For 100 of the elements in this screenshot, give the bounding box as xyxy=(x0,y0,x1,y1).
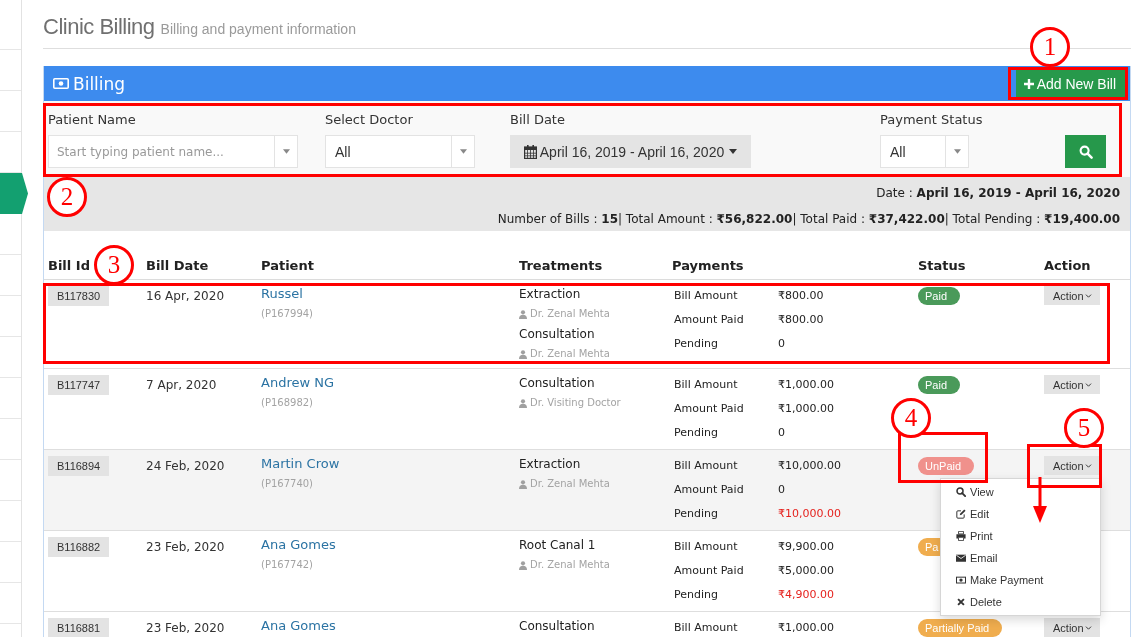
person-icon xyxy=(519,349,527,359)
payment-amount: ₹1,000.00 xyxy=(778,377,834,393)
filter-label: Bill Date xyxy=(510,111,565,129)
treatment-name: Extraction xyxy=(519,286,581,303)
payment-amount: ₹1,000.00 xyxy=(778,620,834,636)
bill-date: 16 Apr, 2020 xyxy=(146,288,224,305)
payment-label: Bill Amount xyxy=(674,288,738,304)
payment-amount: ₹10,000.00 xyxy=(778,458,841,474)
dropdown-caret-icon xyxy=(953,149,961,154)
treatment-name: Consultation xyxy=(519,326,595,343)
payment-amount: ₹9,900.00 xyxy=(778,539,834,555)
payment-label: Pending xyxy=(674,336,718,352)
column-header: Bill Id xyxy=(48,257,90,275)
callout-number: 1 xyxy=(1030,27,1070,67)
payment-label: Amount Paid xyxy=(674,312,744,328)
treatment-name: Consultation xyxy=(519,618,595,635)
patient-id: (P168982) xyxy=(261,396,313,410)
column-header: Status xyxy=(918,257,966,275)
filter-label: Payment Status xyxy=(880,111,983,129)
sidebar-item[interactable] xyxy=(0,173,28,214)
patient-link[interactable]: Ana Gomes xyxy=(261,616,336,636)
patient-id: (P167742) xyxy=(261,558,313,572)
banknote-icon xyxy=(53,78,69,89)
payment-amount: 0 xyxy=(778,482,785,498)
status-label: UnPaid xyxy=(918,457,975,475)
add-bill-button[interactable]: Add New Bill xyxy=(1015,70,1125,97)
treatment-name: Extraction xyxy=(519,456,581,473)
bill-id: B116894 xyxy=(48,456,110,476)
callout-number: 4 xyxy=(891,398,931,438)
payment-amount: ₹5,000.00 xyxy=(778,563,834,579)
summary-totals: Number of Bills : 15| Total Amount : ₹56,822.00| Total Paid : ₹37,422.00| Total Pending : ₹19,400.00 xyxy=(497,211,1120,228)
doctor-name: Dr. Zenal Mehta xyxy=(530,347,610,361)
doctor-name: Dr. Zenal Mehta xyxy=(530,477,610,491)
dropdown-caret-icon xyxy=(459,149,467,154)
patient-link[interactable]: Andrew NG xyxy=(261,373,334,393)
filter-label: Patient Name xyxy=(48,111,136,129)
edit-icon xyxy=(956,509,966,519)
action-button[interactable]: Action xyxy=(1044,375,1100,394)
bill-id: B116881 xyxy=(48,618,110,637)
treatment-name: Consultation xyxy=(519,375,595,392)
chevron-down-icon xyxy=(1084,463,1092,468)
patient-link[interactable]: Ana Gomes xyxy=(261,535,336,555)
column-header: Patient xyxy=(261,257,314,275)
menu-item[interactable]: View xyxy=(941,481,1100,503)
patient-search-field[interactable]: Start typing patient name... xyxy=(48,135,298,168)
payment-amount: 0 xyxy=(778,425,785,441)
payment-label: Bill Amount xyxy=(674,458,738,474)
payment-amount: 0 xyxy=(778,336,785,352)
doctor-name: Dr. Zenal Mehta xyxy=(530,558,610,572)
select-field[interactable]: All xyxy=(880,135,969,168)
chevron-down-icon xyxy=(1084,293,1092,298)
date-range-button[interactable]: April 16, 2019 - April 16, 2020 xyxy=(510,135,751,168)
search-icon xyxy=(1078,144,1093,159)
action-button[interactable]: Action xyxy=(1044,286,1100,305)
action-button[interactable]: Action xyxy=(1044,618,1100,637)
bill-id: B117830 xyxy=(48,286,110,306)
column-header: Action xyxy=(1044,257,1091,275)
caret-down-icon xyxy=(729,149,738,154)
payment-amount: ₹1,000.00 xyxy=(778,401,834,417)
patient-id: (P167740) xyxy=(261,477,313,491)
menu-item[interactable]: Edit xyxy=(941,503,1100,525)
payment-amount: ₹4,900.00 xyxy=(778,587,834,603)
payment-label: Bill Amount xyxy=(674,377,738,393)
callout-number: 5 xyxy=(1064,408,1104,448)
search-input[interactable]: Start typing patient name... xyxy=(49,136,274,167)
banknote-icon xyxy=(956,575,966,585)
bill-date: 23 Feb, 2020 xyxy=(146,620,225,637)
payment-label: Pending xyxy=(674,425,718,441)
dropdown-caret-icon xyxy=(282,149,290,154)
search-button[interactable] xyxy=(1065,135,1106,168)
envelope-icon xyxy=(956,553,966,563)
doctor-name: Dr. Visiting Doctor xyxy=(530,396,621,410)
menu-item[interactable]: Delete xyxy=(941,591,1100,613)
payment-amount: ₹10,000.00 xyxy=(778,506,841,522)
action-button[interactable]: Action xyxy=(1044,456,1100,475)
select-field[interactable]: All xyxy=(325,135,475,168)
summary-date: Date : April 16, 2019 - April 16, 2020 xyxy=(876,185,1120,202)
page-subtitle: Billing and payment information xyxy=(160,21,356,37)
column-header: Bill Date xyxy=(146,257,209,275)
chevron-down-icon xyxy=(1084,625,1092,630)
chevron-down-icon xyxy=(1084,382,1092,387)
menu-item[interactable]: Make Payment xyxy=(941,569,1100,591)
payment-amount: ₹800.00 xyxy=(778,312,824,328)
person-icon xyxy=(519,309,527,319)
calendar-icon xyxy=(523,144,537,159)
bill-id: B117747 xyxy=(48,375,110,395)
patient-link[interactable]: Russel xyxy=(261,284,303,304)
status-label: Partially Paid xyxy=(918,619,1003,637)
payment-label: Pending xyxy=(674,587,718,603)
column-header: Treatments xyxy=(519,257,603,275)
bill-date: 7 Apr, 2020 xyxy=(146,377,217,394)
printer-icon xyxy=(956,531,966,541)
status-label: Paid xyxy=(918,287,961,305)
payment-label: Amount Paid xyxy=(674,482,744,498)
bill-date: 23 Feb, 2020 xyxy=(146,539,225,556)
patient-link[interactable]: Martin Crow xyxy=(261,454,340,474)
person-icon xyxy=(519,560,527,570)
cross-icon xyxy=(956,597,966,607)
payment-amount: ₹800.00 xyxy=(778,288,824,304)
status-label: Paid xyxy=(918,376,961,394)
